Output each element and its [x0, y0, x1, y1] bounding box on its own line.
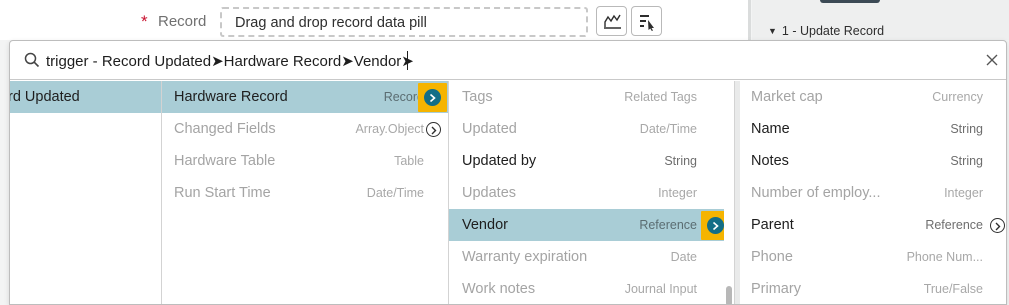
- picker-item-name: Parent: [751, 217, 794, 233]
- data-pill-picker: rd Updated Hardware Record Record Change…: [9, 40, 1007, 305]
- search-icon: [24, 52, 40, 68]
- chevron-right-icon: [429, 93, 436, 102]
- picker-item-name: Hardware Record: [174, 89, 288, 105]
- chevron-right-icon: [712, 221, 719, 230]
- picker-item-type: Date: [670, 250, 697, 264]
- data-pill-icon: [604, 14, 621, 29]
- expand-button[interactable]: [707, 217, 724, 234]
- picker-item-type: Array.Object: [355, 122, 424, 136]
- expand-highlight[interactable]: [418, 83, 447, 112]
- expand-button[interactable]: [990, 218, 1005, 233]
- picker-item-type: Date/Time: [639, 122, 697, 136]
- data-pill-button[interactable]: [596, 6, 627, 36]
- picker-item-name: Tags: [462, 89, 493, 105]
- picker-item-number-of-employees[interactable]: Number of employ... Integer: [740, 177, 1006, 209]
- record-field-label: Record: [158, 13, 207, 30]
- picker-item-notes[interactable]: Notes String: [740, 145, 1006, 177]
- column-3-scrollbar[interactable]: [724, 81, 734, 304]
- pill-search-input[interactable]: [46, 49, 946, 73]
- picker-item-updated-by[interactable]: Updated by String: [449, 145, 734, 177]
- picker-item-type: Reference: [925, 218, 983, 232]
- picker-item-updated[interactable]: Updated Date/Time: [449, 113, 734, 145]
- picker-item-primary[interactable]: Primary True/False: [740, 273, 1006, 304]
- picker-item-name: Warranty expiration: [462, 249, 588, 265]
- side-panel-tab-bar: [820, 0, 880, 3]
- picker-item-work-notes[interactable]: Work notes Journal Input: [449, 273, 734, 304]
- pill-picker-icon: [640, 15, 654, 31]
- picker-item-changed-fields[interactable]: Changed Fields Array.Object: [162, 113, 448, 145]
- picker-item-vendor[interactable]: Vendor Reference: [449, 209, 734, 241]
- expand-button[interactable]: [426, 122, 441, 137]
- picker-item-record-updated[interactable]: rd Updated: [10, 81, 161, 113]
- picker-item-type: Integer: [658, 186, 697, 200]
- required-marker: *: [141, 12, 148, 31]
- picker-item-type: String: [950, 122, 983, 136]
- pill-picker-button[interactable]: [631, 6, 662, 36]
- picker-item-type: Currency: [932, 90, 983, 104]
- picker-column-2: Hardware Record Record Changed Fields Ar…: [162, 81, 449, 304]
- picker-item-type: Integer: [944, 186, 983, 200]
- picker-item-warranty-expiration[interactable]: Warranty expiration Date: [449, 241, 734, 273]
- picker-item-name: Hardware Table: [174, 153, 276, 169]
- picker-item-hardware-table[interactable]: Hardware Table Table: [162, 145, 448, 177]
- picker-item-name: Market cap: [751, 89, 823, 105]
- picker-item-name: Updated by: [462, 153, 537, 169]
- picker-item-name: Name: [751, 121, 790, 137]
- picker-item-type: String: [950, 154, 983, 168]
- picker-item-updates[interactable]: Updates Integer: [449, 177, 734, 209]
- drop-zone-placeholder: Drag and drop record data pill: [235, 15, 427, 31]
- picker-item-name: Updated: [462, 121, 517, 137]
- caret-down-icon: ▼: [768, 26, 777, 36]
- picker-column-4: Market cap Currency Name String Notes St…: [735, 81, 1006, 304]
- picker-item-name: Primary: [751, 281, 801, 297]
- chevron-right-icon: [995, 222, 1001, 230]
- record-form-row: * Record Drag and drop record data pill: [0, 0, 750, 40]
- picker-column-1: rd Updated: [10, 81, 162, 304]
- picker-item-type: Journal Input: [624, 282, 697, 296]
- record-pill-drop-zone[interactable]: Drag and drop record data pill: [220, 7, 588, 37]
- picker-item-name: Notes: [751, 153, 789, 169]
- picker-item-type: Related Tags: [624, 90, 697, 104]
- text-cursor: [407, 51, 408, 70]
- picker-item-name: Updates: [462, 185, 517, 201]
- side-panel-header-label: 1 - Update Record: [781, 24, 885, 38]
- picker-item-name: Changed Fields: [174, 121, 276, 137]
- column-3-scroll-thumb[interactable]: [726, 286, 732, 304]
- picker-item-phone[interactable]: Phone Phone Num...: [740, 241, 1006, 273]
- picker-column-3: Tags Related Tags Updated Date/Time Upda…: [449, 81, 735, 304]
- picker-item-type: Date/Time: [366, 186, 424, 200]
- picker-item-type: Phone Num...: [906, 250, 983, 264]
- picker-item-type: String: [664, 154, 697, 168]
- picker-item-name-field[interactable]: Name String: [740, 113, 1006, 145]
- close-icon[interactable]: [985, 53, 999, 67]
- picker-item-market-cap[interactable]: Market cap Currency: [740, 81, 1006, 113]
- picker-item-name: Run Start Time: [174, 185, 271, 201]
- picker-item-tags[interactable]: Tags Related Tags: [449, 81, 734, 113]
- picker-item-run-start-time[interactable]: Run Start Time Date/Time: [162, 177, 448, 209]
- picker-item-hardware-record[interactable]: Hardware Record Record: [162, 81, 448, 113]
- picker-item-type: Reference: [639, 218, 697, 232]
- picker-item-name: Number of employ...: [751, 185, 881, 201]
- picker-item-type: True/False: [923, 282, 983, 296]
- picker-item-type: Table: [394, 154, 424, 168]
- picker-item-name: Phone: [751, 249, 793, 265]
- picker-item-name: Vendor: [462, 217, 508, 233]
- picker-item-name: rd Updated: [10, 89, 80, 105]
- picker-search-bar: [10, 41, 1006, 80]
- chevron-right-icon: [431, 126, 437, 134]
- panel-divider[interactable]: [748, 0, 751, 40]
- picker-item-name: Work notes: [462, 281, 536, 297]
- side-panel-header[interactable]: ▼ 1 - Update Record: [768, 24, 884, 38]
- expand-button[interactable]: [424, 89, 441, 106]
- picker-item-parent[interactable]: Parent Reference: [740, 209, 1006, 241]
